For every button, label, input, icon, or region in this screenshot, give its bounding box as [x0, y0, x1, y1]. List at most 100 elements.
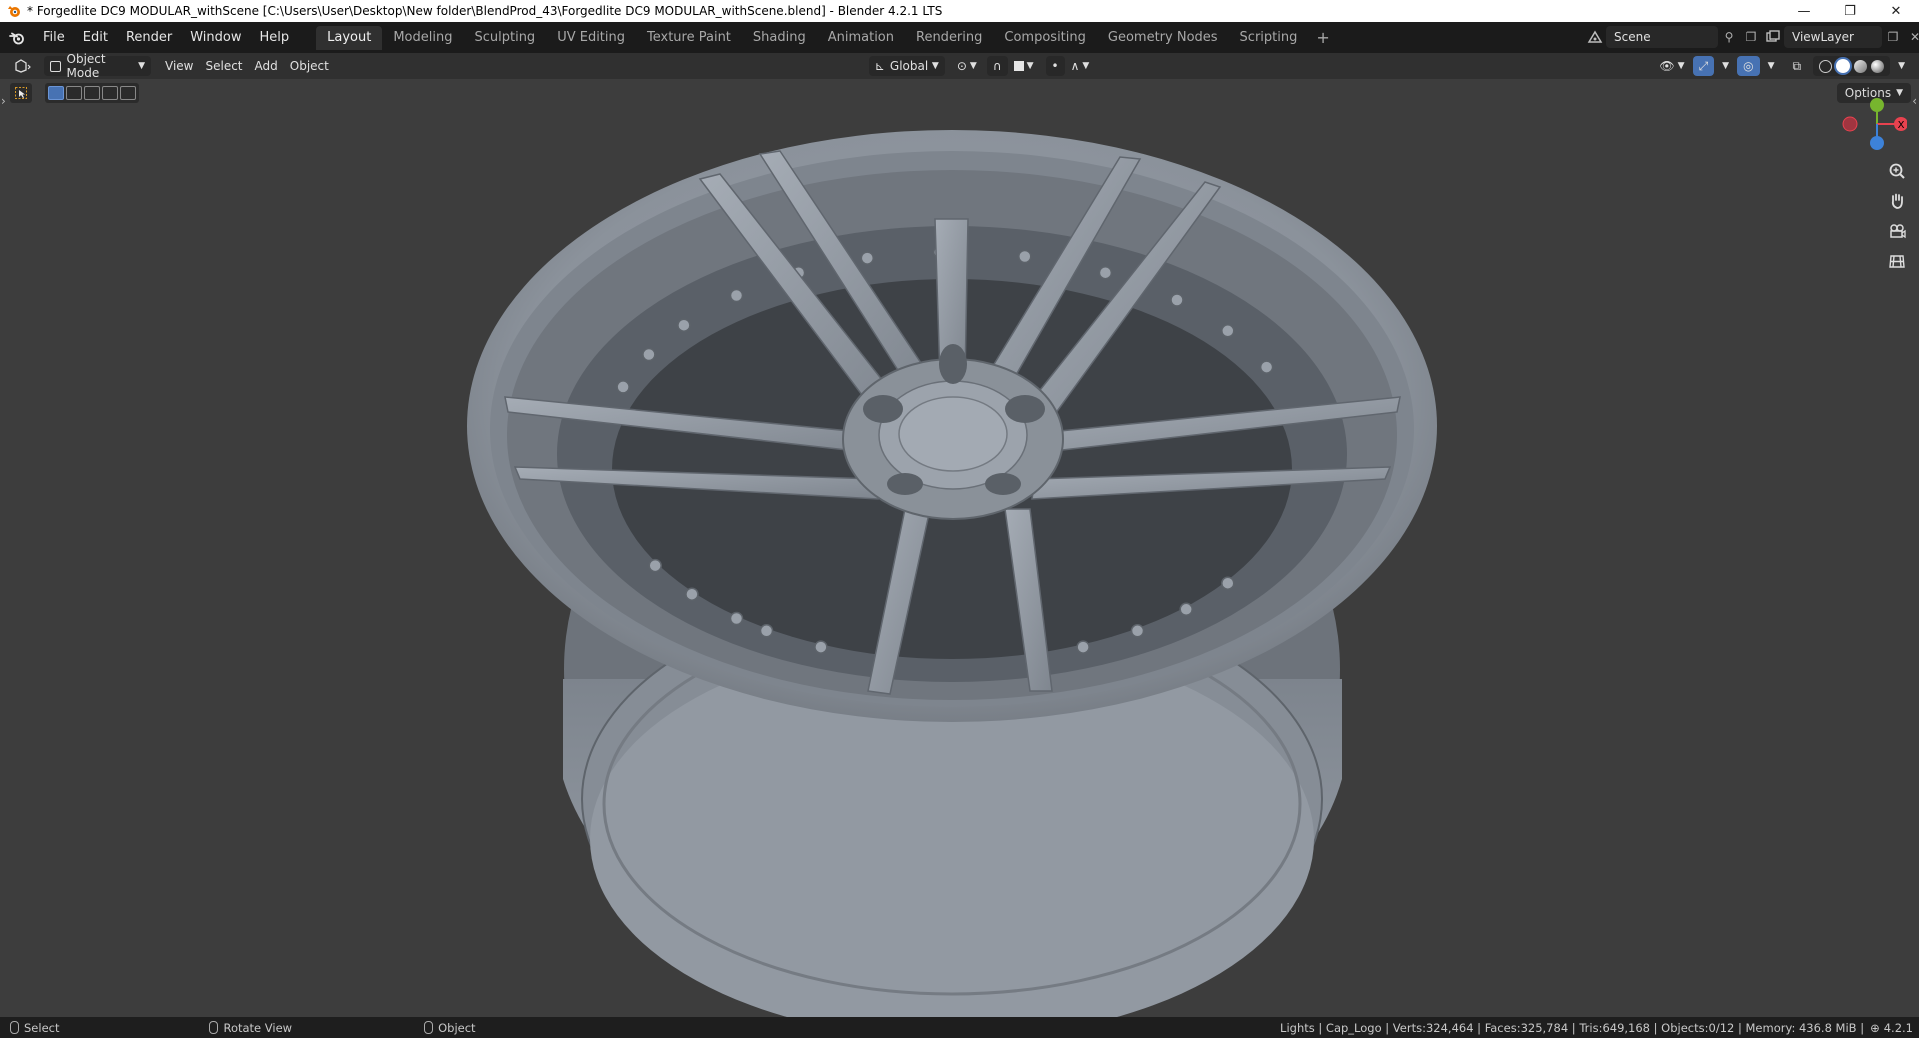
pivot-icon: ⊙: [956, 59, 967, 73]
tab-animation[interactable]: Animation: [817, 26, 905, 50]
select-extend-icon[interactable]: [66, 86, 82, 100]
mode-dropdown[interactable]: Object Mode ▼: [44, 52, 151, 80]
falloff-curve-icon: ∧: [1070, 59, 1080, 73]
rivet: [759, 624, 774, 638]
snap-square-icon: [1013, 61, 1024, 71]
gizmo-y-axis[interactable]: [1870, 98, 1884, 112]
tab-modeling[interactable]: Modeling: [382, 26, 463, 50]
select-tool-icon[interactable]: [10, 83, 32, 103]
menu-help[interactable]: Help: [251, 26, 299, 50]
status-object-label: Object: [438, 1020, 476, 1035]
proportional-edit-toggle[interactable]: •: [1045, 56, 1065, 76]
remove-view-layer-icon[interactable]: ✕: [1904, 26, 1919, 48]
status-select-hint: Select: [10, 1021, 59, 1035]
3d-viewport[interactable]: Options ▼ › ‹ X: [0, 79, 1919, 1017]
add-menu[interactable]: Add: [249, 56, 284, 76]
select-intersect-icon[interactable]: [120, 86, 136, 100]
tab-scripting[interactable]: Scripting: [1229, 26, 1309, 50]
select-invert-icon[interactable]: [102, 86, 118, 100]
maximize-button[interactable]: ❐: [1827, 0, 1873, 22]
status-rotate-hint: Rotate View: [209, 1021, 292, 1035]
rivet: [729, 611, 744, 626]
falloff-button[interactable]: ∧ ▼: [1065, 56, 1096, 76]
rivet: [642, 347, 656, 362]
gizmo-dropdown[interactable]: ▼: [1716, 56, 1735, 76]
select-subtract-icon[interactable]: [84, 86, 100, 100]
overlays-dropdown[interactable]: ▼: [1762, 56, 1781, 76]
scene-icon[interactable]: [1584, 26, 1606, 48]
menu-file[interactable]: File: [34, 26, 74, 50]
menu-edit[interactable]: Edit: [74, 26, 117, 50]
scene-name-field[interactable]: Scene: [1606, 26, 1718, 48]
zoom-icon[interactable]: [1883, 157, 1911, 185]
magnet-icon: ∩: [992, 59, 1002, 73]
select-menu[interactable]: Select: [199, 56, 248, 76]
viewport-header: Object Mode ▼ View Select Add Object ⊾ G…: [0, 52, 1919, 80]
tab-geometry-nodes[interactable]: Geometry Nodes: [1097, 26, 1229, 50]
shading-modes: [1813, 56, 1891, 76]
view-menu[interactable]: View: [159, 56, 199, 76]
xray-toggle[interactable]: ⧉: [1787, 56, 1808, 76]
close-button[interactable]: ✕: [1873, 0, 1919, 22]
orientation-axes-icon: ⊾: [874, 59, 885, 73]
tab-uv-editing[interactable]: UV Editing: [546, 26, 636, 50]
blender-logo-icon[interactable]: [0, 22, 34, 53]
gizmo-toggle[interactable]: ⤢: [1692, 56, 1715, 76]
rivet: [1221, 324, 1235, 338]
tab-texture-paint[interactable]: Texture Paint: [636, 26, 742, 50]
snap-toggle[interactable]: ∩: [986, 56, 1008, 76]
sidebar-expand-arrow-icon[interactable]: ‹: [1912, 94, 1917, 108]
tab-layout[interactable]: Layout: [316, 25, 383, 50]
transform-orientation-dropdown[interactable]: ⊾ Global ▼: [868, 56, 945, 76]
view-layer-icon[interactable]: [1762, 26, 1784, 48]
solid-shading-icon[interactable]: [1836, 59, 1851, 73]
select-new-icon[interactable]: [48, 86, 64, 100]
navigation-gizmo[interactable]: X: [1837, 94, 1907, 154]
globe-icon: ⊕: [1870, 1020, 1880, 1035]
status-select-label: Select: [24, 1020, 60, 1035]
top-bar: File Edit Render Window Help Layout Mode…: [0, 22, 1919, 53]
overlays-icon: ◎: [1743, 59, 1754, 73]
visibility-button[interactable]: 👁 ▼: [1653, 56, 1690, 76]
minimize-button[interactable]: —: [1781, 0, 1827, 22]
rivet: [1221, 576, 1235, 590]
gizmo-neg-x-axis[interactable]: [1842, 116, 1858, 132]
editor-type-button[interactable]: [8, 56, 38, 76]
object-menu[interactable]: Object: [284, 56, 335, 76]
material-shading-icon[interactable]: [1854, 59, 1868, 73]
toolbar-expand-arrow-icon[interactable]: ›: [1, 94, 6, 108]
blender-app-icon: [8, 6, 20, 17]
tab-compositing[interactable]: Compositing: [993, 26, 1097, 50]
menu-render[interactable]: Render: [117, 26, 181, 50]
wireframe-shading-icon[interactable]: [1819, 59, 1833, 73]
pivot-point-button[interactable]: ⊙ ▼: [951, 56, 983, 76]
snap-target-button[interactable]: ▼: [1008, 56, 1040, 76]
tab-shading[interactable]: Shading: [742, 26, 817, 50]
mouse-right-icon: [424, 1021, 434, 1034]
rendered-shading-icon[interactable]: [1871, 59, 1885, 73]
view-layer-name: ViewLayer: [1792, 30, 1854, 44]
rivet: [1018, 249, 1032, 264]
window-titlebar: * Forgedlite DC9 MODULAR_withScene [C:\U…: [0, 0, 1919, 22]
pin-icon[interactable]: ⚲: [1718, 26, 1740, 48]
scene-statistics: Lights | Cap_Logo | Verts:324,464 | Face…: [1280, 1017, 1913, 1038]
tab-rendering[interactable]: Rendering: [905, 26, 993, 50]
new-scene-icon[interactable]: ❐: [1740, 26, 1762, 48]
selection-mode-group: [45, 83, 139, 103]
add-workspace-button[interactable]: +: [1308, 28, 1337, 47]
object-mode-icon: [50, 60, 61, 72]
overlays-toggle[interactable]: ◎: [1737, 56, 1760, 76]
grid-icon[interactable]: [1883, 247, 1911, 275]
new-view-layer-icon[interactable]: ❐: [1882, 26, 1904, 48]
orientation-label: Global: [889, 59, 929, 73]
tab-sculpting[interactable]: Sculpting: [463, 26, 546, 50]
mouse-left-icon: [10, 1021, 19, 1034]
view-layer-field[interactable]: ViewLayer: [1784, 26, 1882, 48]
gizmo-icon: ⤢: [1698, 58, 1709, 73]
shading-dropdown[interactable]: ▼: [1892, 56, 1911, 76]
pan-hand-icon[interactable]: [1883, 187, 1911, 215]
camera-icon[interactable]: [1883, 217, 1911, 245]
gizmo-z-axis[interactable]: [1870, 136, 1884, 150]
menu-window[interactable]: Window: [181, 26, 250, 50]
rivet: [860, 251, 875, 265]
